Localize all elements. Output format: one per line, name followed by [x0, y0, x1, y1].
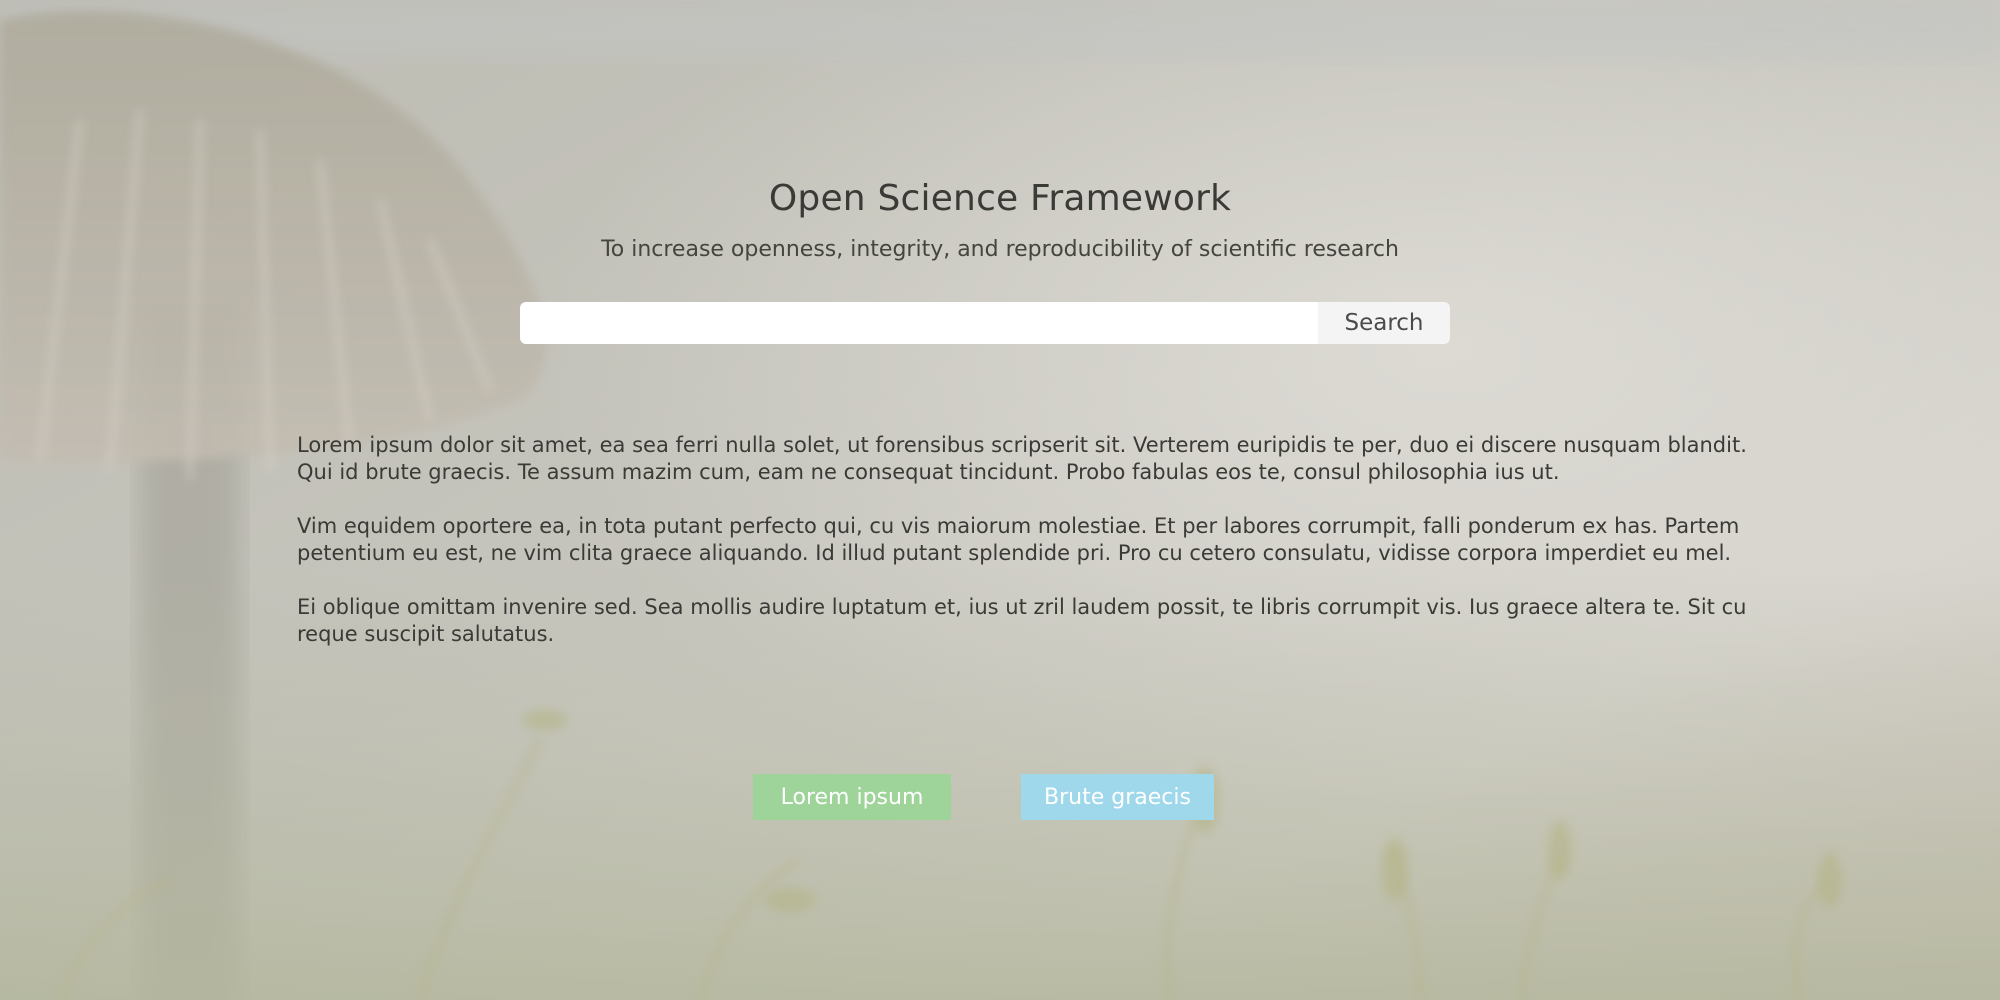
lorem-ipsum-button[interactable]: Lorem ipsum [753, 774, 951, 820]
page-subtitle: To increase openness, integrity, and rep… [601, 237, 1399, 262]
search-button[interactable]: Search [1318, 302, 1450, 344]
intro-paragraph: Ei oblique omittam invenire sed. Sea mol… [297, 595, 1747, 646]
search-bar: Search [520, 302, 1450, 344]
intro-paragraph: Vim equidem oportere ea, in tota putant … [297, 514, 1740, 565]
intro-text: Lorem ipsum dolor sit amet, ea sea ferri… [297, 432, 1757, 675]
landing-content: Open Science Framework To increase openn… [0, 0, 2000, 1000]
page-title: Open Science Framework [768, 178, 1232, 219]
search-input[interactable] [520, 302, 1318, 344]
brute-graecis-button[interactable]: Brute graecis [1021, 774, 1214, 820]
intro-paragraph: Lorem ipsum dolor sit amet, ea sea ferri… [297, 433, 1747, 484]
